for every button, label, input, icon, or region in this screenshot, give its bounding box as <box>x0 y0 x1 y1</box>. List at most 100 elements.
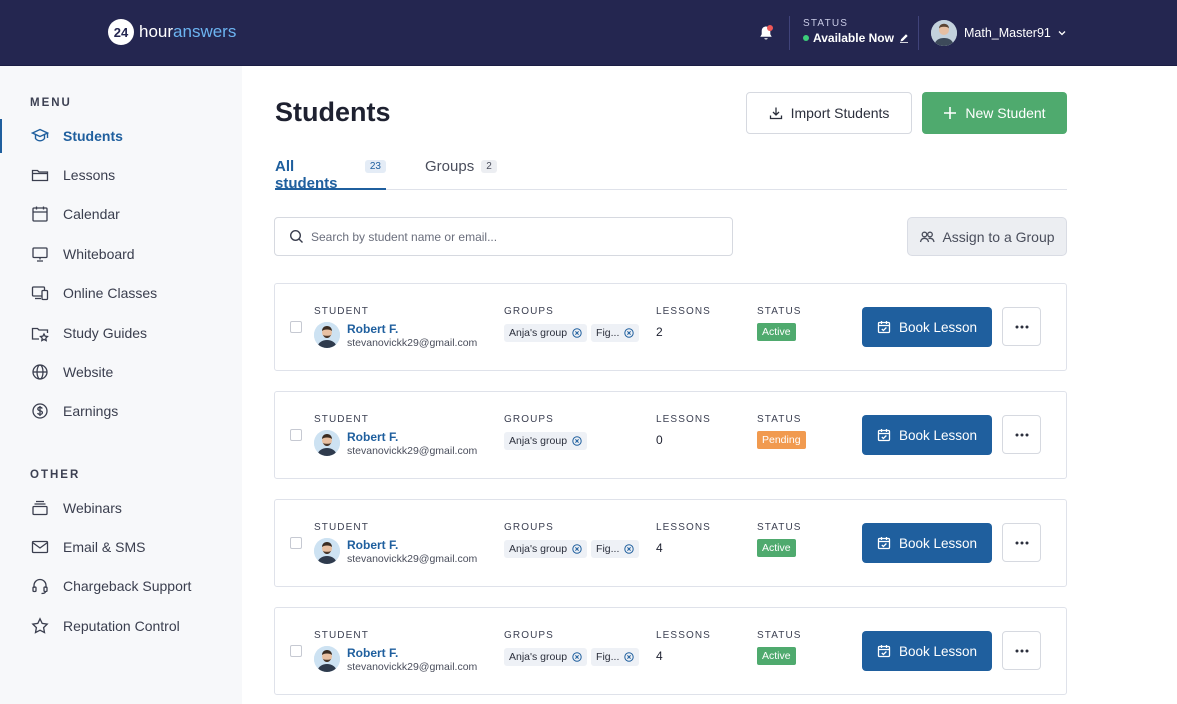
status-value[interactable]: Available Now <box>803 31 909 45</box>
sidebar-item-label: Study Guides <box>63 325 148 341</box>
group-chip-label: Fig... <box>596 327 620 339</box>
sidebar-item-label: Whiteboard <box>63 246 135 262</box>
lessons-count: 4 <box>656 541 663 555</box>
remove-group-icon[interactable] <box>572 652 582 662</box>
book-lesson-button[interactable]: Book Lesson <box>862 631 992 671</box>
lessons-column-label: LESSONS <box>656 630 711 641</box>
assign-to-group-label: Assign to a Group <box>942 228 1055 245</box>
student-card: STUDENT Robert F. stevanovickk29@gmail.c… <box>274 499 1067 587</box>
new-student-label: New Student <box>965 105 1046 121</box>
student-name[interactable]: Robert F. <box>347 538 398 552</box>
book-lesson-label: Book Lesson <box>898 643 978 659</box>
more-options-button[interactable] <box>1002 415 1041 454</box>
notification-dot <box>767 25 773 31</box>
row-checkbox[interactable] <box>290 321 302 333</box>
search-input[interactable] <box>311 229 711 244</box>
sidebar-item-study-guides[interactable]: Study Guides <box>0 316 242 350</box>
star-icon <box>31 617 49 634</box>
book-lesson-button[interactable]: Book Lesson <box>862 415 992 455</box>
more-options-button[interactable] <box>1002 523 1041 562</box>
menu-section-label: MENU <box>30 97 72 109</box>
user-menu[interactable]: Math_Master91 <box>931 20 1067 46</box>
sidebar-item-chargeback-support[interactable]: Chargeback Support <box>0 569 242 603</box>
lessons-count: 2 <box>656 325 663 339</box>
sidebar-item-label: Online Classes <box>63 285 158 301</box>
more-options-button[interactable] <box>1002 631 1041 670</box>
whiteboard-icon <box>32 247 48 262</box>
student-email: stevanovickk29@gmail.com <box>347 445 478 457</box>
search-box[interactable] <box>274 217 733 256</box>
more-options-button[interactable] <box>1002 307 1041 346</box>
remove-group-icon[interactable] <box>572 436 582 446</box>
groups-column-label: GROUPS <box>504 630 554 641</box>
calendar-check-icon <box>877 321 891 334</box>
tab-groups[interactable]: Groups 2 <box>425 158 497 190</box>
student-email: stevanovickk29@gmail.com <box>347 661 478 673</box>
sidebar-item-label: Website <box>63 364 114 380</box>
sidebar-item-calendar[interactable]: Calendar <box>0 197 242 231</box>
sidebar-item-online-classes[interactable]: Online Classes <box>0 276 242 310</box>
status-block[interactable]: STATUS Available Now <box>803 18 909 45</box>
book-lesson-button[interactable]: Book Lesson <box>862 523 992 563</box>
tabs: All students 23 Groups 2 <box>275 158 1067 192</box>
tab-label: Groups <box>425 158 475 175</box>
group-chip: Fig... <box>591 648 640 666</box>
row-checkbox[interactable] <box>290 429 302 441</box>
remove-group-icon[interactable] <box>624 544 635 554</box>
status-column-label: STATUS <box>757 414 802 425</box>
folder-star-icon <box>31 327 49 342</box>
import-students-label: Import Students <box>790 105 890 121</box>
student-column-label: STUDENT <box>314 630 369 641</box>
row-checkbox[interactable] <box>290 645 302 657</box>
sidebar-item-label: Chargeback Support <box>63 578 192 594</box>
logo-text: houranswers <box>139 22 236 42</box>
book-lesson-button[interactable]: Book Lesson <box>862 307 992 347</box>
sidebar-item-whiteboard[interactable]: Whiteboard <box>0 237 242 271</box>
import-students-button[interactable]: Import Students <box>746 92 912 134</box>
remove-group-icon[interactable] <box>624 652 635 662</box>
student-name[interactable]: Robert F. <box>347 646 398 660</box>
other-section-label: OTHER <box>30 469 81 481</box>
assign-to-group-button[interactable]: Assign to a Group <box>907 217 1067 256</box>
sidebar-item-students[interactable]: Students <box>0 119 242 153</box>
group-chips: Anja's group Fig... <box>504 540 643 558</box>
sidebar-item-reputation-control[interactable]: Reputation Control <box>0 609 242 643</box>
sidebar-item-website[interactable]: Website <box>0 355 242 389</box>
chevron-down-icon[interactable] <box>1057 28 1067 38</box>
page-title: Students <box>275 97 391 127</box>
logo[interactable]: 24 houranswers <box>108 19 236 45</box>
tab-label: All students <box>275 158 338 192</box>
row-checkbox[interactable] <box>290 537 302 549</box>
stack-icon <box>32 500 48 516</box>
group-chip-label: Fig... <box>596 651 620 663</box>
sidebar-item-label: Calendar <box>63 206 120 222</box>
sidebar-item-earnings[interactable]: Earnings <box>0 394 242 428</box>
tab-all-students[interactable]: All students 23 <box>275 158 386 192</box>
sidebar-item-webinars[interactable]: Webinars <box>0 491 242 525</box>
status-badge: Active <box>757 647 796 665</box>
status-text: Available Now <box>813 31 894 45</box>
student-name[interactable]: Robert F. <box>347 430 398 444</box>
divider <box>789 16 790 50</box>
remove-group-icon[interactable] <box>624 328 635 338</box>
sidebar-item-label: Reputation Control <box>63 618 180 634</box>
more-horizontal-icon <box>1015 541 1028 544</box>
group-chips: Anja's group <box>504 432 591 450</box>
sidebar-item-email-sms[interactable]: Email & SMS <box>0 530 242 564</box>
pencil-icon[interactable] <box>899 33 909 43</box>
group-chip-label: Anja's group <box>509 543 568 555</box>
student-name[interactable]: Robert F. <box>347 322 398 336</box>
new-student-button[interactable]: New Student <box>922 92 1067 134</box>
student-email: stevanovickk29@gmail.com <box>347 337 478 349</box>
sidebar-item-lessons[interactable]: Lessons <box>0 158 242 192</box>
more-horizontal-icon <box>1015 325 1028 328</box>
remove-group-icon[interactable] <box>572 328 582 338</box>
group-chip-label: Anja's group <box>509 651 568 663</box>
remove-group-icon[interactable] <box>572 544 582 554</box>
student-avatar <box>314 646 340 672</box>
more-horizontal-icon <box>1015 433 1028 436</box>
calendar-check-icon <box>877 645 891 658</box>
group-chip: Fig... <box>591 324 640 342</box>
group-chip: Anja's group <box>504 324 588 342</box>
graduation-cap-icon <box>31 128 49 142</box>
